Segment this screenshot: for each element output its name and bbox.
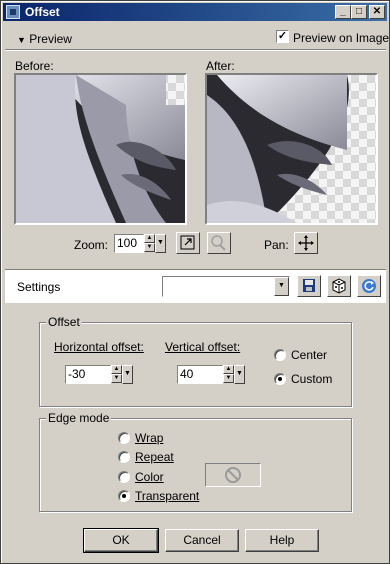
zoom-label: Zoom: — [74, 238, 109, 252]
custom-radio-label[interactable]: Custom — [291, 372, 332, 386]
pan-move-icon — [298, 235, 314, 251]
after-preview-image[interactable] — [205, 73, 378, 225]
spin-up-icon[interactable]: ▲ — [144, 234, 155, 243]
before-preview-image[interactable] — [14, 73, 187, 225]
spin-up-icon[interactable]: ▲ — [223, 365, 234, 374]
maximize-button[interactable]: □ — [351, 5, 367, 19]
custom-radio[interactable] — [274, 373, 286, 385]
before-label: Before: — [15, 59, 54, 73]
vertical-offset-dropdown[interactable]: ▼ — [234, 365, 245, 384]
color-radio-label-text: Color — [135, 470, 164, 484]
after-label: After: — [206, 59, 235, 73]
dropdown-arrow-icon: ▼ — [124, 370, 131, 377]
app-icon — [6, 5, 20, 19]
dropdown-arrow-icon: ▼ — [278, 282, 285, 289]
transparent-radio[interactable] — [118, 490, 130, 502]
preview-on-image-label: Preview on Image — [293, 31, 390, 45]
transparent-radio-label[interactable]: Transparent — [135, 489, 199, 503]
vertical-offset-label: Vertical offset: — [165, 340, 240, 354]
horizontal-offset-dropdown[interactable]: ▼ — [122, 365, 133, 384]
zoom-to-fit-button[interactable] — [176, 232, 200, 254]
preview-toggle[interactable]: ▼ Preview — [17, 32, 72, 46]
preview-toggle-label: Preview — [29, 32, 72, 46]
repeat-radio-label[interactable]: Repeat — [135, 450, 174, 464]
randomize-button[interactable] — [327, 275, 351, 297]
repeat-radio[interactable] — [118, 451, 130, 463]
zoom-fit-icon — [180, 235, 195, 250]
offset-group-title: Offset — [46, 315, 82, 329]
pan-label: Pan: — [264, 238, 289, 252]
checkmark-icon: ✓ — [277, 30, 288, 42]
settings-preset-select[interactable]: ▼ — [162, 276, 290, 297]
cancel-button[interactable]: Cancel — [165, 529, 239, 552]
offset-dialog: Offset _ □ ✕ ▼ Preview ✓ Preview on Imag… — [0, 0, 390, 564]
zoom-spinner[interactable]: ▲ ▼ — [144, 234, 155, 253]
title-bar[interactable]: Offset _ □ ✕ — [3, 3, 387, 21]
edge-mode-group-title: Edge mode — [46, 411, 112, 425]
save-disk-icon — [303, 279, 315, 292]
save-preset-button[interactable] — [297, 275, 321, 297]
zoom-dropdown-button[interactable]: ▼ — [155, 234, 166, 253]
wrap-radio[interactable] — [118, 432, 130, 444]
spin-up-icon[interactable]: ▲ — [111, 365, 122, 374]
color-radio[interactable] — [118, 471, 130, 483]
vertical-offset-spinner[interactable]: ▲ ▼ — [223, 365, 234, 384]
color-radio-label[interactable]: Color — [135, 470, 164, 484]
zoom-magnifier-button[interactable] — [207, 232, 231, 254]
repeat-radio-label-text: Repeat — [135, 450, 174, 464]
separator — [5, 49, 386, 51]
preview-on-image-checkbox[interactable]: ✓ — [276, 30, 289, 43]
magnifier-icon — [211, 235, 226, 251]
pan-button[interactable] — [294, 232, 318, 254]
center-radio-label[interactable]: Center — [291, 348, 327, 362]
center-radio[interactable] — [274, 349, 286, 361]
dropdown-arrow-icon: ▼ — [236, 370, 243, 377]
ok-button[interactable]: OK — [83, 528, 159, 553]
vertical-offset-input[interactable]: 40 — [177, 365, 223, 384]
transparent-radio-label-text: Transparent — [135, 489, 200, 503]
zoom-input[interactable]: 100 — [114, 234, 144, 253]
no-color-icon — [225, 467, 241, 483]
close-button[interactable]: ✕ — [369, 5, 385, 19]
wrap-radio-label-text: Wrap — [135, 431, 164, 445]
horizontal-offset-input[interactable]: -30 — [65, 365, 111, 384]
reset-arrow-icon — [362, 279, 376, 293]
reset-button[interactable] — [357, 275, 381, 297]
spin-down-icon[interactable]: ▼ — [223, 374, 234, 383]
horizontal-offset-spinner[interactable]: ▲ ▼ — [111, 365, 122, 384]
wrap-radio-label[interactable]: Wrap — [135, 431, 163, 445]
caret-down-icon: ▼ — [17, 35, 26, 45]
window-title: Offset — [25, 5, 60, 19]
horizontal-offset-label: Horizontal offset: — [54, 340, 144, 354]
settings-bar: Settings ▼ — [5, 269, 386, 303]
vertical-offset-label-text: Vertical offset: — [165, 340, 241, 354]
edge-color-swatch[interactable] — [205, 463, 261, 487]
settings-dropdown-button[interactable]: ▼ — [274, 277, 289, 296]
spin-down-icon[interactable]: ▼ — [111, 374, 122, 383]
settings-label: Settings — [17, 280, 61, 294]
dice-icon — [332, 278, 346, 294]
help-button[interactable]: Help — [245, 529, 319, 552]
horizontal-offset-label-text: Horizontal offset: — [54, 340, 144, 354]
dropdown-arrow-icon: ▼ — [157, 239, 164, 246]
spin-down-icon[interactable]: ▼ — [144, 243, 155, 252]
minimize-button[interactable]: _ — [335, 5, 351, 19]
